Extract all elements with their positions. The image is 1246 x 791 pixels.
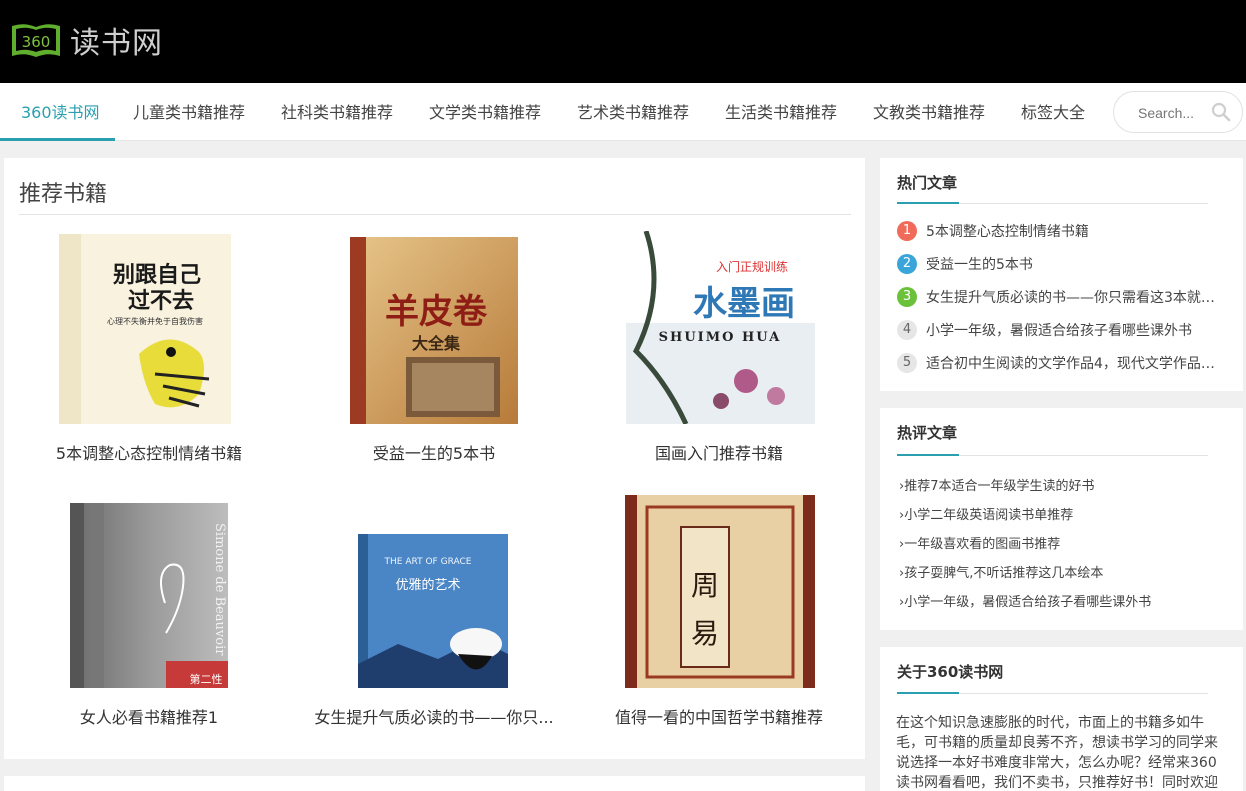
comment-article-link[interactable]: 小学一年级，暑假适合给孩子看哪些课外书 [904, 595, 1151, 610]
comment-article-item[interactable]: ›小学二年级英语阅读书单推荐 [899, 504, 1073, 523]
about-description: 在这个知识急速膨胀的时代，市面上的书籍多如牛毛，可书籍的质量却良莠不齐，想读书学… [896, 715, 1218, 791]
nav-item-social-science[interactable]: 社科类书籍推荐 [281, 83, 393, 141]
search-icon[interactable] [1211, 102, 1231, 122]
hot-comments-widget: 热评文章 ›推荐7本适合一年级学生读的好书 ›小学二年级英语阅读书单推荐 ›一年… [880, 408, 1243, 630]
book-cover-image[interactable]: 羊皮卷 大全集 [350, 237, 518, 424]
widget-title: 热评文章 [897, 424, 958, 442]
recommended-books-panel: 推荐书籍 别跟自己 过不去 心理不失衡并免于自我伤害 5本调整心态控制情绪书籍 [4, 158, 865, 759]
nav-item-home[interactable]: 360读书网 [21, 83, 100, 141]
book-cover-image[interactable]: 周 易 [625, 495, 815, 688]
next-section-panel [4, 776, 865, 791]
cover-title: 羊皮卷 [385, 292, 488, 332]
site-logo[interactable]: 360 读书网 [8, 18, 163, 62]
comment-article-item[interactable]: ›小学一年级，暑假适合给孩子看哪些课外书 [899, 591, 1151, 610]
cover-subtitle: 心理不失衡并免于自我伤害 [107, 316, 203, 326]
nav-item-life[interactable]: 生活类书籍推荐 [725, 83, 837, 141]
cover-title: 水墨画 [693, 284, 795, 324]
title-accent-bar [897, 454, 959, 456]
comment-article-item[interactable]: ›推荐7本适合一年级学生读的好书 [899, 475, 1094, 494]
rank-badge: 2 [897, 254, 917, 274]
hot-article-item[interactable]: 1 5本调整心态控制情绪书籍 [897, 220, 1226, 242]
cover-subtitle: 入门正规训练 [716, 259, 788, 274]
logo-badge-text: 360 [22, 33, 51, 51]
cover-title: 大全集 [412, 334, 461, 353]
hot-article-link[interactable]: 受益一生的5本书 [926, 254, 1226, 274]
active-nav-indicator [0, 138, 115, 141]
comment-article-link[interactable]: 小学二年级英语阅读书单推荐 [904, 508, 1073, 523]
about-widget: 关于360读书网 在这个知识急速膨胀的时代，市面上的书籍多如牛毛，可书籍的质量却… [880, 647, 1243, 791]
nav-item-art[interactable]: 艺术类书籍推荐 [577, 83, 689, 141]
widget-title: 关于360读书网 [897, 663, 1004, 681]
book-cover-image[interactable]: THE ART OF GRACE 优雅的艺术 [358, 534, 508, 688]
comment-article-item[interactable]: ›孩子耍脾气,不听话推荐这几本绘本 [899, 562, 1103, 581]
widget-title: 热门文章 [897, 174, 958, 192]
book-title[interactable]: 女人必看书籍推荐1 [19, 704, 279, 728]
logo-text: 读书网 [70, 26, 163, 61]
hot-article-item[interactable]: 2 受益一生的5本书 [897, 253, 1226, 275]
nav-item-literature[interactable]: 文学类书籍推荐 [429, 83, 541, 141]
hot-article-item[interactable]: 3 女生提升气质必读的书——你只需看这3本就够... [897, 286, 1226, 308]
nav-item-children[interactable]: 儿童类书籍推荐 [133, 83, 245, 141]
cover-title: 别跟自己 [112, 262, 201, 288]
cover-author: Simone de Beauvoir [212, 523, 227, 656]
book-cover-image[interactable]: 入门正规训练 水墨画 SHUIMO HUA [626, 231, 815, 424]
book-logo-icon: 360 [8, 20, 64, 60]
book-cover-image[interactable]: Simone de Beauvoir 第二性 [70, 503, 228, 688]
comment-article-link[interactable]: 孩子耍脾气,不听话推荐这几本绘本 [904, 566, 1103, 581]
cover-title: 过不去 [128, 289, 194, 314]
cover-title: 周 [691, 569, 719, 602]
cover-romanization: SHUIMO HUA [659, 330, 782, 345]
book-title[interactable]: 值得一看的中国哲学书籍推荐 [589, 704, 849, 728]
hot-article-item[interactable]: 4 小学一年级，暑假适合给孩子看哪些课外书 [897, 319, 1226, 341]
title-accent-bar [897, 692, 959, 694]
section-title: 推荐书籍 [19, 182, 108, 207]
search-input[interactable] [1138, 103, 1208, 123]
cover-title: 第二性 [190, 672, 223, 686]
comment-article-item[interactable]: ›一年级喜欢看的图画书推荐 [899, 533, 1060, 552]
divider [19, 214, 851, 215]
hot-article-link[interactable]: 女生提升气质必读的书——你只需看这3本就够... [926, 287, 1226, 307]
book-cover-image[interactable]: 别跟自己 过不去 心理不失衡并免于自我伤害 [59, 234, 231, 424]
title-accent-bar [897, 202, 959, 204]
comment-article-link[interactable]: 推荐7本适合一年级学生读的好书 [904, 479, 1094, 494]
hot-articles-widget: 热门文章 1 5本调整心态控制情绪书籍 2 受益一生的5本书 3 女生提升气质必… [880, 158, 1243, 391]
book-title[interactable]: 女生提升气质必读的书——你只... [304, 704, 564, 728]
rank-badge: 1 [897, 221, 917, 241]
site-header: 360 读书网 [0, 0, 1246, 83]
cover-title: 易 [691, 617, 719, 650]
main-nav: 360读书网 儿童类书籍推荐 社科类书籍推荐 文学类书籍推荐 艺术类书籍推荐 生… [0, 83, 1246, 141]
nav-item-tags[interactable]: 标签大全 [1021, 83, 1085, 141]
rank-badge: 4 [897, 320, 917, 340]
rank-badge: 3 [897, 287, 917, 307]
hot-article-link[interactable]: 适合初中生阅读的文学作品4，现代文学作品推... [926, 353, 1226, 373]
search-box [1113, 91, 1243, 133]
nav-item-education[interactable]: 文教类书籍推荐 [873, 83, 985, 141]
rank-badge: 5 [897, 353, 917, 373]
hot-article-link[interactable]: 5本调整心态控制情绪书籍 [926, 221, 1226, 241]
comment-article-link[interactable]: 一年级喜欢看的图画书推荐 [904, 537, 1060, 552]
cover-title: 优雅的艺术 [395, 577, 460, 593]
book-title[interactable]: 国画入门推荐书籍 [589, 440, 849, 464]
cover-subtitle: THE ART OF GRACE [384, 557, 472, 567]
book-title[interactable]: 5本调整心态控制情绪书籍 [19, 440, 279, 464]
hot-article-item[interactable]: 5 适合初中生阅读的文学作品4，现代文学作品推... [897, 352, 1226, 374]
hot-article-link[interactable]: 小学一年级，暑假适合给孩子看哪些课外书 [926, 320, 1226, 340]
book-title[interactable]: 受益一生的5本书 [304, 440, 564, 464]
